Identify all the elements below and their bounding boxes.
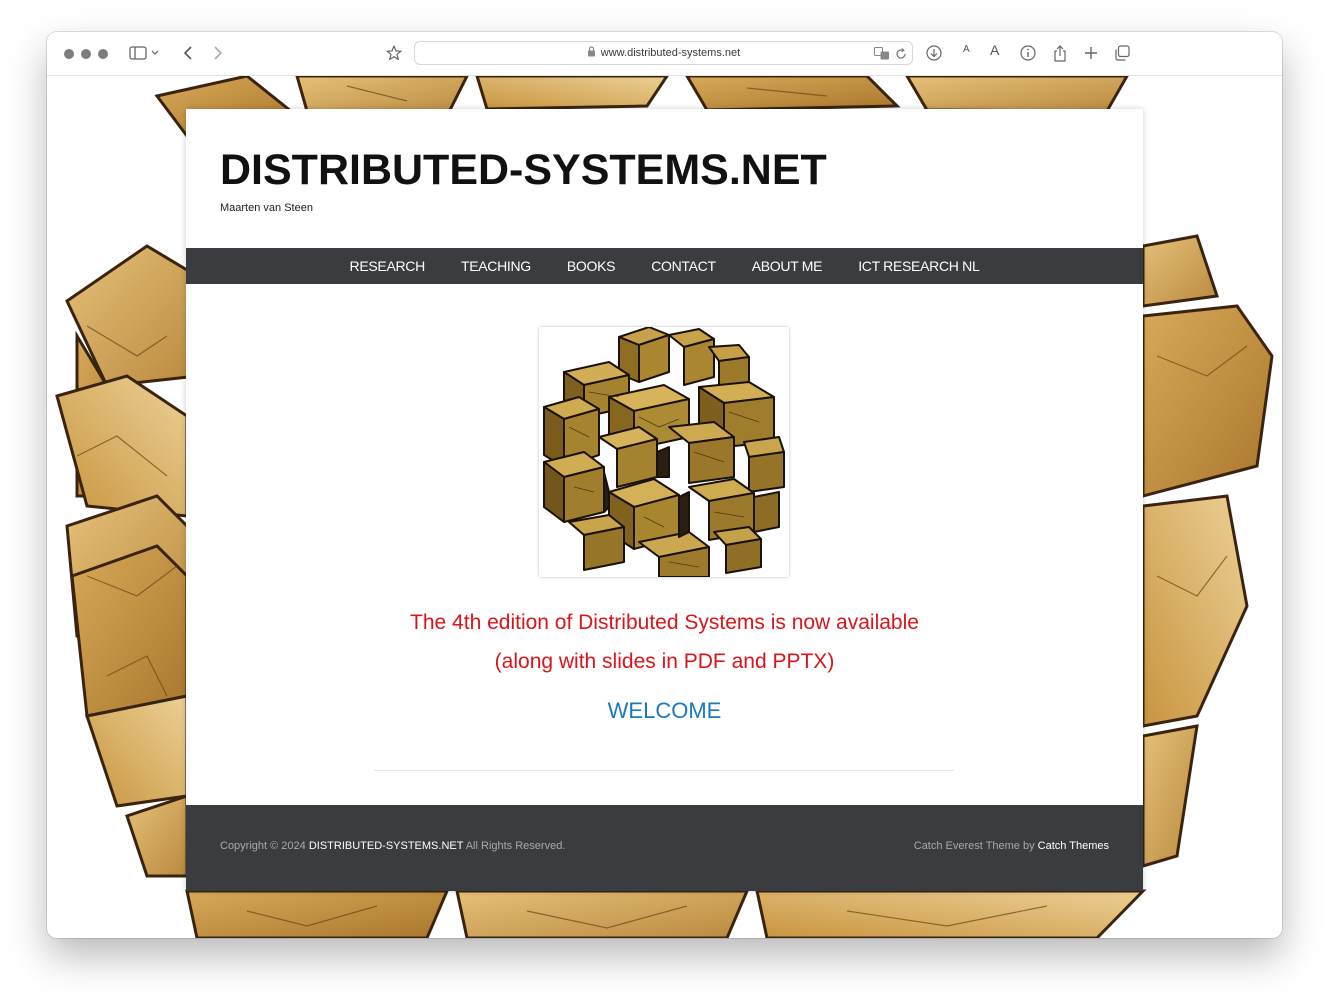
zoom-window-button[interactable]	[98, 49, 108, 59]
close-window-button[interactable]	[64, 49, 74, 59]
share-icon[interactable]	[1049, 42, 1071, 64]
increase-text-size-button[interactable]: A	[990, 42, 999, 58]
book-cover-image[interactable]	[539, 326, 789, 578]
reload-icon[interactable]	[895, 47, 907, 65]
copyright-suffix: All Rights Reserved.	[465, 840, 566, 852]
footer-copyright: Copyright © 2024 DISTRIBUTED-SYSTEMS.NET…	[220, 840, 565, 852]
lock-icon	[587, 44, 596, 62]
tab-overview-icon[interactable]	[1111, 42, 1133, 64]
browser-window: www.distributed-systems.net A A DISTRIBU…	[47, 32, 1282, 938]
nav-item-teaching[interactable]: TEACHING	[443, 258, 549, 274]
address-bar[interactable]: www.distributed-systems.net	[414, 41, 913, 65]
site-title[interactable]: DISTRIBUTED-SYSTEMS.NET	[220, 149, 827, 192]
nav-item-research[interactable]: RESEARCH	[332, 258, 443, 274]
site-tagline: Maarten van Steen	[220, 202, 313, 214]
new-tab-icon[interactable]	[1080, 42, 1102, 64]
download-icon[interactable]	[923, 42, 945, 64]
welcome-link[interactable]: WELCOME	[186, 698, 1143, 724]
chevron-down-icon[interactable]	[149, 42, 161, 64]
announcement-line-2: (along with slides in PDF and PPTX)	[494, 650, 835, 673]
footer-theme-credit: Catch Everest Theme by Catch Themes	[914, 840, 1109, 852]
nav-item-ict-research-nl[interactable]: ICT RESEARCH NL	[840, 258, 997, 274]
site-container: DISTRIBUTED-SYSTEMS.NET Maarten van Stee…	[186, 109, 1143, 891]
url-text: www.distributed-systems.net	[600, 47, 741, 59]
copyright-site-link[interactable]: DISTRIBUTED-SYSTEMS.NET	[309, 840, 463, 852]
catch-themes-link[interactable]: Catch Themes	[1038, 840, 1109, 852]
wooden-puzzle-cube-image	[543, 326, 785, 578]
translate-icon[interactable]	[874, 47, 890, 65]
nav-item-contact[interactable]: CONTACT	[633, 258, 734, 274]
browser-toolbar: www.distributed-systems.net A A	[47, 32, 1282, 76]
page-viewport: DISTRIBUTED-SYSTEMS.NET Maarten van Stee…	[47, 76, 1282, 938]
theme-credit-prefix: Catch Everest Theme by	[913, 840, 1035, 852]
main-navigation: RESEARCH TEACHING BOOKS CONTACT ABOUT ME…	[186, 248, 1143, 284]
announcement-line-1: The 4th edition of Distributed Systems i…	[410, 611, 919, 634]
nav-item-books[interactable]: BOOKS	[549, 258, 633, 274]
site-footer: Copyright © 2024 DISTRIBUTED-SYSTEMS.NET…	[186, 805, 1143, 891]
info-icon[interactable]	[1017, 42, 1039, 64]
minimize-window-button[interactable]	[81, 49, 91, 59]
bookmark-star-icon[interactable]	[383, 42, 405, 64]
back-icon[interactable]	[177, 42, 199, 64]
nav-item-about-me[interactable]: ABOUT ME	[734, 258, 840, 274]
content-divider	[374, 770, 954, 771]
sidebar-icon[interactable]	[127, 42, 149, 64]
copyright-prefix: Copyright © 2024	[220, 840, 306, 852]
decrease-text-size-button[interactable]: A	[963, 44, 970, 55]
forward-icon[interactable]	[207, 42, 229, 64]
